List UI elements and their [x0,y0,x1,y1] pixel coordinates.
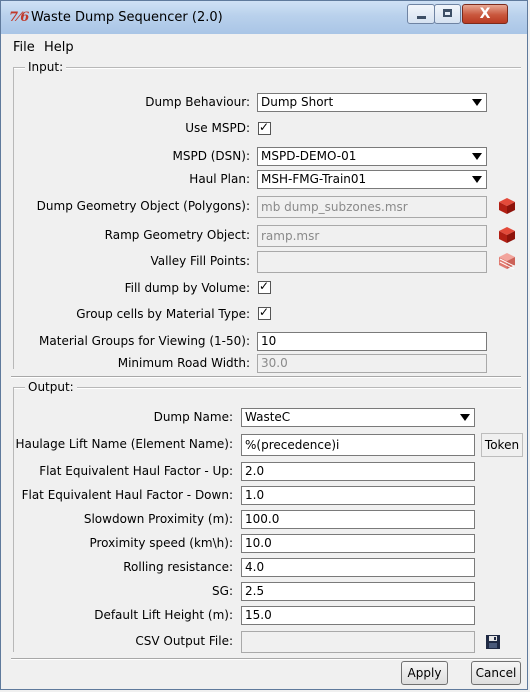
dump-behaviour-select[interactable]: Dump Short [257,93,487,112]
menu-file[interactable]: File [13,40,35,55]
menu-bar: File Help [9,37,521,57]
valley-fill-picker-button[interactable] [496,251,518,271]
haul-factor-down-label: Flat Equivalent Haul Factor - Down: [21,488,233,502]
proximity-speed-field[interactable]: 10.0 [241,534,475,553]
proximity-speed-label: Proximity speed (km\h): [89,536,233,550]
fill-by-volume-checkbox[interactable]: ✓ [258,279,271,294]
floppy-disk-icon [486,635,500,649]
red-cube-disabled-icon [499,253,515,270]
slowdown-proximity-field[interactable]: 100.0 [241,510,475,529]
dump-geometry-label: Dump Geometry Object (Polygons): [36,199,250,213]
default-lift-height-field[interactable]: 15.0 [241,606,475,625]
haul-plan-select[interactable]: MSH-FMG-Train01 [257,170,487,189]
sg-field[interactable]: 2.5 [241,582,475,601]
sg-label: SG: [212,584,233,598]
dump-geometry-field[interactable]: mb dump_subzones.msr [257,196,487,218]
valley-fill-label: Valley Fill Points: [150,254,250,268]
default-lift-height-label: Default Lift Height (m): [94,608,233,622]
bottom-divider [11,658,521,660]
input-group-left-border [13,67,14,369]
dump-behaviour-value: Dump Short [261,95,334,109]
menu-help[interactable]: Help [44,40,74,55]
dump-name-label: Dump Name: [153,410,233,424]
red-cube-icon [499,198,515,214]
minimize-button[interactable] [407,4,435,24]
csv-output-file-label: CSV Output File: [135,634,233,648]
mspd-dsn-value: MSPD-DEMO-01 [261,149,357,163]
dump-name-select[interactable]: WasteC [241,408,475,427]
checkmark-icon: ✓ [259,279,270,293]
valley-fill-field[interactable] [257,251,487,273]
minimize-icon [417,16,426,19]
output-group-left-border [13,387,14,652]
mspd-dsn-select[interactable]: MSPD-DEMO-01 [257,147,487,166]
chevron-down-icon [472,99,482,106]
app-icon: 7⁄6 [9,10,30,25]
haul-plan-label: Haul Plan: [189,172,250,186]
checkmark-icon: ✓ [259,120,270,134]
ramp-geometry-picker-button[interactable] [496,225,518,245]
group-cells-label: Group cells by Material Type: [76,307,250,321]
material-groups-label: Material Groups for Viewing (1-50): [39,334,250,348]
cancel-button[interactable]: Cancel [471,661,521,685]
maximize-button[interactable] [434,4,461,24]
ramp-geometry-field[interactable]: ramp.msr [257,225,487,247]
output-group-border [13,387,521,389]
haul-factor-up-label: Flat Equivalent Haul Factor - Up: [39,464,233,478]
material-groups-field[interactable]: 10 [257,332,487,351]
haul-factor-down-field[interactable]: 1.0 [241,486,475,505]
dump-geometry-picker-button[interactable] [496,196,518,216]
rolling-resistance-field[interactable]: 4.0 [241,558,475,577]
output-group-label: Output: [25,380,77,394]
window-title: Waste Dump Sequencer (2.0) [31,10,223,25]
group-divider [11,376,521,378]
input-group-label: Input: [25,60,67,74]
csv-output-file-field[interactable] [241,631,475,653]
mspd-dsn-label: MSPD (DSN): [172,149,250,163]
use-mspd-checkbox[interactable]: ✓ [258,120,271,135]
haulage-lift-name-label: Haulage Lift Name (Element Name): [15,437,233,451]
haul-plan-value: MSH-FMG-Train01 [261,172,367,186]
dump-behaviour-label: Dump Behaviour: [145,95,250,109]
group-cells-checkbox[interactable]: ✓ [258,305,271,320]
close-button[interactable]: X [462,4,508,24]
dump-name-value: WasteC [245,410,291,424]
haul-factor-up-field[interactable]: 2.0 [241,462,475,481]
rolling-resistance-label: Rolling resistance: [123,560,233,574]
input-group-border [13,67,521,69]
close-icon: X [479,6,491,22]
window: 7⁄6 Waste Dump Sequencer (2.0) X File He… [0,0,528,690]
apply-button[interactable]: Apply [401,661,448,685]
token-button[interactable]: Token [481,433,523,457]
haulage-lift-name-field[interactable]: %(precedence)i [241,434,475,456]
use-mspd-label: Use MSPD: [185,121,250,135]
red-cube-icon [499,227,515,243]
chevron-down-icon [472,153,482,160]
chevron-down-icon [472,176,482,183]
slowdown-proximity-label: Slowdown Proximity (m): [83,512,233,526]
min-road-width-label: Minimum Road Width: [117,356,250,370]
fill-by-volume-label: Fill dump by Volume: [124,281,250,295]
chevron-down-icon [460,414,470,421]
save-file-button[interactable] [483,632,505,652]
maximize-icon [443,9,452,17]
min-road-width-field[interactable]: 30.0 [257,354,487,373]
ramp-geometry-label: Ramp Geometry Object: [104,228,250,242]
title-bar[interactable]: 7⁄6 Waste Dump Sequencer (2.0) X [1,1,527,34]
checkmark-icon: ✓ [259,305,270,319]
